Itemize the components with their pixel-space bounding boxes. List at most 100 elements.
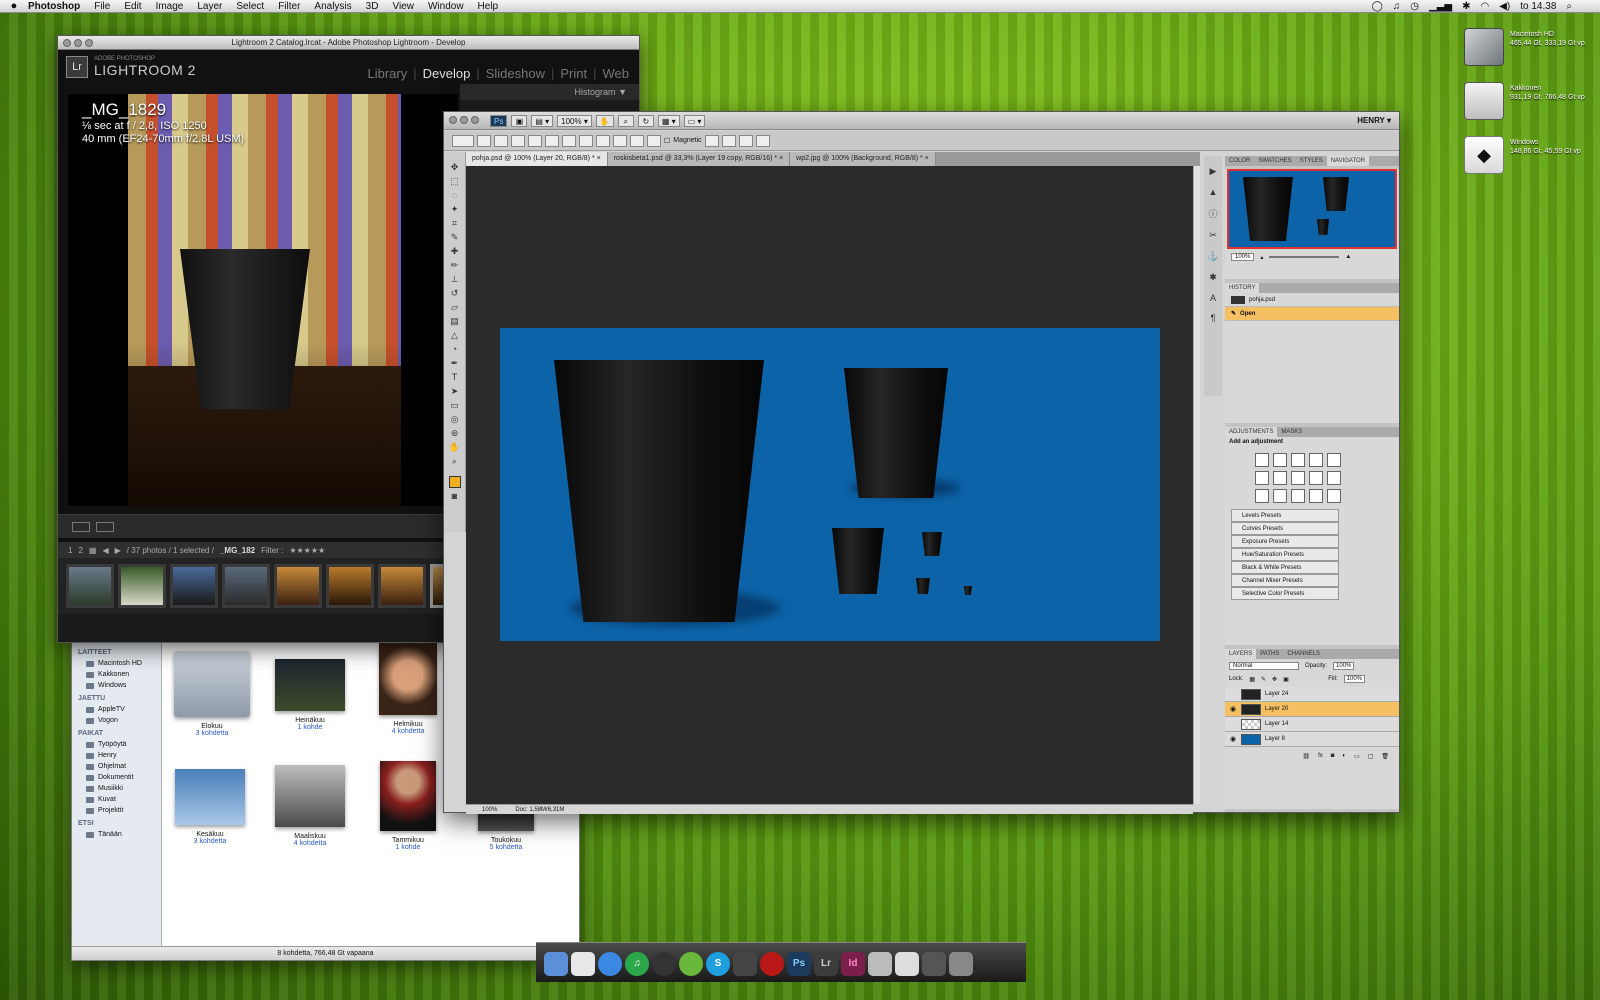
eraser-tool-icon[interactable]: ▱ (449, 302, 461, 313)
tab-navigator[interactable]: NAVIGATOR (1326, 156, 1370, 166)
dock-script-icon[interactable] (733, 952, 757, 976)
menu-view[interactable]: View (392, 1, 414, 12)
layer-row-layer-20[interactable]: ◉ Layer 20 (1225, 702, 1399, 717)
menu-analysis[interactable]: Analysis (314, 1, 351, 12)
dock-dvd-player-icon[interactable] (652, 952, 676, 976)
subtract-selection-button[interactable] (511, 134, 525, 147)
line-shape-button[interactable] (630, 134, 644, 147)
3d-orbit-tool-icon[interactable]: ⊛ (449, 428, 461, 439)
move-tool-icon[interactable]: ✥ (449, 162, 461, 173)
pen-shape-button[interactable] (528, 134, 542, 147)
eye-icon[interactable]: ◉ (1229, 705, 1237, 713)
new-group-icon[interactable]: ▭ (1354, 753, 1360, 760)
activity-icon[interactable]: ▁▃▅ (1429, 1, 1452, 12)
dock-itunes-icon[interactable]: ♫ (625, 952, 649, 976)
zoom-tool-icon[interactable]: ⌕ (449, 456, 461, 467)
menu-3d[interactable]: 3D (366, 1, 379, 12)
close-button[interactable] (449, 116, 457, 124)
rating-filter-stars[interactable]: ★★★★★ (289, 546, 325, 555)
zoom-button[interactable] (471, 116, 479, 124)
ellipse-shape-button[interactable] (596, 134, 610, 147)
chat-icon[interactable]: ◯ (1372, 1, 1383, 12)
sidebar-item-kakkonen[interactable]: Kakkonen (72, 669, 161, 680)
layer-row-layer-24[interactable]: Layer 24 (1225, 687, 1399, 702)
lock-transparency-icon[interactable]: ▦ (1249, 676, 1255, 683)
menu-window[interactable]: Window (428, 1, 464, 12)
finder-item-maaliskuu[interactable]: Maaliskuu 4 kohdetta (260, 765, 360, 847)
zoom-tool-icon[interactable]: ⌕ (617, 114, 634, 127)
tab-channels[interactable]: CHANNELS (1283, 649, 1324, 659)
view-extras-button[interactable]: ▤ ▾ (531, 114, 554, 127)
tab-masks[interactable]: MASKS (1277, 427, 1306, 437)
forward-arrow-icon[interactable]: ▶ (115, 546, 121, 555)
history-brush-tool-icon[interactable]: ↺ (449, 288, 461, 299)
preset-exposure[interactable]: Exposure Presets (1231, 535, 1339, 548)
tab-adjustments[interactable]: ADJUSTMENTS (1225, 427, 1278, 437)
sidebar-item-projektit[interactable]: Projektit (72, 805, 161, 816)
brightness-icon[interactable] (1255, 453, 1269, 467)
status-zoom[interactable]: 100% (482, 805, 497, 814)
minimize-button[interactable] (460, 116, 468, 124)
menu-image[interactable]: Image (156, 1, 184, 12)
levels-icon[interactable] (1273, 453, 1287, 467)
clone-stamp-tool-icon[interactable]: ⊥ (449, 274, 461, 285)
filmstrip-thumb[interactable] (66, 564, 114, 608)
add-selection-button[interactable] (494, 134, 508, 147)
navigator-zoom-slider[interactable] (1269, 256, 1340, 258)
dock-trash-icon[interactable] (949, 952, 973, 976)
preset-curves[interactable]: Curves Presets (1231, 522, 1339, 535)
blur-tool-icon[interactable]: △ (449, 330, 461, 341)
lock-all-icon[interactable]: ▣ (1283, 676, 1289, 683)
preset-channel-mixer[interactable]: Channel Mixer Presets (1231, 574, 1339, 587)
vibrance-icon[interactable] (1327, 453, 1341, 467)
filmstrip-thumb[interactable] (118, 564, 166, 608)
blend-mode-select[interactable]: Normal (1229, 662, 1299, 670)
menu-app-name[interactable]: Photoshop (28, 1, 80, 12)
document-canvas[interactable] (500, 328, 1160, 641)
launch-bridge-button[interactable]: ▣ (511, 114, 528, 127)
healing-brush-tool-icon[interactable]: ✚ (449, 246, 461, 257)
dock-documents-stack-icon[interactable] (895, 952, 919, 976)
sidebar-section-paikat[interactable]: PAIKAT (72, 726, 161, 739)
filmstrip-thumb[interactable] (170, 564, 218, 608)
hand-tool-icon[interactable]: ✋ (449, 442, 461, 453)
hand-tool-icon[interactable]: ✋ (595, 114, 614, 127)
lasso-tool-icon[interactable]: ◌ (449, 190, 461, 201)
tab-color[interactable]: COLOR (1225, 156, 1254, 166)
gradient-tool-icon[interactable]: ▤ (449, 316, 461, 327)
music-note-icon[interactable]: ♫ (1393, 1, 1401, 12)
new-selection-button[interactable] (477, 134, 491, 147)
module-library[interactable]: Library (367, 66, 407, 81)
desktop-icon-windows[interactable]: ◆ Windows 148,86 Gt, 45,59 Gt vp (1464, 136, 1594, 182)
eye-icon[interactable]: ◉ (1229, 735, 1237, 743)
tool-presets-icon[interactable]: ✂ (1209, 230, 1217, 241)
tab-paths[interactable]: PATHS (1256, 649, 1283, 659)
lightroom-titlebar[interactable]: Lightroom 2 Catalog.lrcat - Adobe Photos… (58, 36, 639, 50)
tab-wp2[interactable]: wp2.jpg @ 100% (Background, RGB/8) * × (790, 152, 936, 166)
zoom-in-icon[interactable]: ▲ (1345, 254, 1351, 260)
custom-shape-button[interactable] (647, 134, 661, 147)
desktop-icon-kakkonen[interactable]: Kakkonen 931,19 Gt, 766,48 Gt vp (1464, 82, 1594, 128)
posterize-icon[interactable] (1273, 489, 1287, 503)
sidebar-section-laitteet[interactable]: LAITTEET (72, 645, 161, 658)
dock-mail-icon[interactable] (571, 952, 595, 976)
sidebar-item-appletv[interactable]: AppleTV (72, 704, 161, 715)
sidebar-item-kuvat[interactable]: Kuvat (72, 794, 161, 805)
marquee-tool-icon[interactable]: ⬚ (449, 176, 461, 187)
histogram-panel-icon[interactable]: ▲ (1209, 187, 1218, 197)
menu-edit[interactable]: Edit (124, 1, 141, 12)
preset-black-white[interactable]: Black & White Presets (1231, 561, 1339, 574)
new-layer-icon[interactable]: ▢ (1368, 753, 1374, 760)
module-develop[interactable]: Develop (423, 66, 471, 81)
selective-color-icon[interactable] (1327, 489, 1341, 503)
adjustment-layer-icon[interactable]: ◐ (1342, 753, 1346, 760)
filmstrip-thumb[interactable] (274, 564, 322, 608)
character-panel-icon[interactable]: A (1210, 293, 1216, 303)
arrange-documents-button[interactable]: ▦ ▾ (657, 114, 680, 127)
channel-mixer-icon[interactable] (1327, 471, 1341, 485)
tab-history[interactable]: HISTORY (1225, 283, 1260, 293)
preset-hue-saturation[interactable]: Hue/Saturation Presets (1231, 548, 1339, 561)
back-arrow-icon[interactable]: ◀ (102, 546, 108, 555)
freeform-pen-button[interactable] (545, 134, 559, 147)
fill-field[interactable]: 100% (1343, 675, 1365, 683)
